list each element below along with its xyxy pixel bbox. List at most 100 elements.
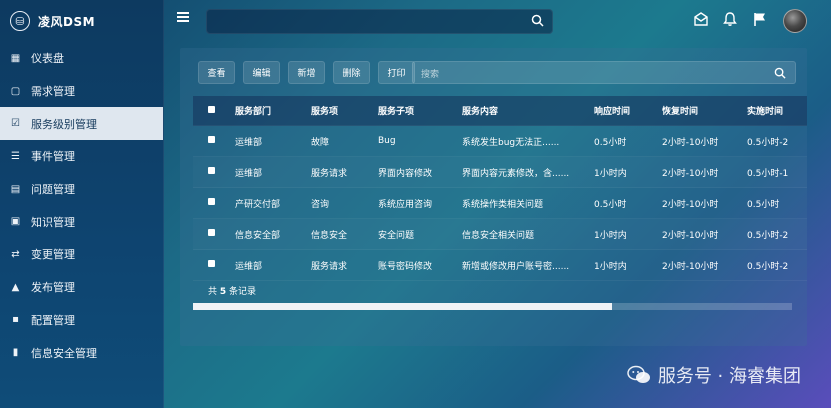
table-cell: 2小时-10小时 <box>662 168 719 179</box>
check-square-icon: ☑ <box>11 118 20 130</box>
table-cell: 1小时内 <box>594 230 627 241</box>
column-header[interactable]: 服务项 <box>311 104 378 117</box>
service-level-table: 服务部门 服务项 服务子项 服务内容 响应时间 恢复时间 实施时间 运维部 故障 B… <box>193 96 807 281</box>
record-count-prefix: 共 <box>208 287 220 297</box>
global-search <box>206 9 553 34</box>
row-checkbox[interactable] <box>208 229 215 236</box>
column-header[interactable]: 服务部门 <box>235 104 311 117</box>
table-cell: 0.5小时-2 <box>747 137 789 148</box>
table-cell: 信息安全相关问题 <box>462 230 535 241</box>
table-row[interactable]: 运维部 故障 Bug 系统发生bug无法正...... 0.5小时 2小时-10小时 0.5… <box>193 126 807 157</box>
table-cell: 1小时内 <box>594 261 627 272</box>
sidebar-item[interactable]: ▤ 问题管理 <box>0 173 163 206</box>
dashboard-icon: ▦ <box>10 52 21 64</box>
record-count-suffix: 条记录 <box>226 287 257 297</box>
table-cell: 界面内容元素修改，含...... <box>462 168 570 179</box>
view-button[interactable]: 查看 <box>198 61 235 84</box>
file-icon: ▪ <box>12 314 19 326</box>
app-title: 凌风DSM <box>38 14 96 29</box>
table-cell: 系统操作类相关问题 <box>462 199 544 210</box>
table-cell: 信息安全部 <box>235 230 281 241</box>
table-cell: 2小时-10小时 <box>662 230 719 241</box>
menu-toggle-icon[interactable] <box>177 12 189 22</box>
sidebar: ⛁ 凌风DSM ▦ 仪表盘 ▢ 需求管理 ☑ 服务级别管理 ☰ 事件管理 ▤ 问题管理 ▣ 知识管理 ⇄… <box>0 0 164 408</box>
sidebar-item-label: 变更管理 <box>31 248 75 262</box>
table-cell: 0.5小时 <box>747 199 780 210</box>
table-cell: 服务请求 <box>311 261 348 272</box>
topbar <box>163 0 831 40</box>
user-avatar[interactable] <box>783 9 807 33</box>
sidebar-item[interactable]: ⇄ 变更管理 <box>0 238 163 271</box>
scrollbar-thumb[interactable] <box>193 303 613 310</box>
calendar-check-icon: ▣ <box>10 216 21 228</box>
horizontal-scrollbar[interactable] <box>193 303 792 310</box>
table-cell: 运维部 <box>235 168 263 179</box>
delete-button[interactable]: 删除 <box>333 61 370 84</box>
sidebar-item-label: 配置管理 <box>31 313 75 327</box>
main-panel: 查看 编辑 新增 删除 打印 服务部门 服务项 服务子项 服务内容 响应时间 恢… <box>180 48 807 346</box>
logo-icon: ⛁ <box>10 11 30 31</box>
sidebar-item[interactable]: ▪ 配置管理 <box>0 304 163 337</box>
edit-button[interactable]: 编辑 <box>243 61 280 84</box>
global-search-input[interactable] <box>207 11 552 34</box>
flag-icon[interactable] <box>752 11 768 27</box>
column-header[interactable]: 实施时间 <box>747 104 807 117</box>
add-button[interactable]: 新增 <box>288 61 325 84</box>
column-header[interactable]: 恢复时间 <box>662 104 747 117</box>
table-row[interactable]: 运维部 服务请求 账号密码修改 新增或修改用户账号密...... 1小时内 2小时-10小… <box>193 250 807 281</box>
sidebar-item-label: 仪表盘 <box>31 52 64 66</box>
sidebar-item-label: 事件管理 <box>31 150 75 164</box>
sidebar-item[interactable]: ▣ 知识管理 <box>0 205 163 238</box>
logo[interactable]: ⛁ 凌风DSM <box>10 10 95 32</box>
sidebar-item[interactable]: ☑ 服务级别管理 <box>0 107 163 141</box>
table-cell: 运维部 <box>235 261 263 272</box>
sidebar-item-label: 需求管理 <box>31 85 75 99</box>
sidebar-item-label: 问题管理 <box>31 183 75 197</box>
column-header[interactable]: 响应时间 <box>594 104 662 117</box>
mail-icon[interactable] <box>693 11 709 27</box>
search-icon[interactable] <box>531 14 544 27</box>
table-search-input[interactable] <box>413 63 795 85</box>
search-icon[interactable] <box>774 67 786 79</box>
toolbar: 查看 编辑 新增 删除 打印 <box>198 61 415 84</box>
table-cell: 0.5小时-1 <box>747 168 789 179</box>
lock-icon: ▲ <box>11 281 20 293</box>
book-icon: ▮ <box>12 347 19 359</box>
table-cell: 服务请求 <box>311 168 348 179</box>
row-checkbox[interactable] <box>208 167 215 174</box>
table-cell: 0.5小时 <box>594 137 627 148</box>
table-cell: 信息安全 <box>311 230 348 241</box>
select-all-checkbox[interactable] <box>208 105 215 113</box>
table-row[interactable]: 产研交付部 咨询 系统应用咨询 系统操作类相关问题 0.5小时 2小时-10小时 0.5小时 <box>193 188 807 219</box>
table-cell: 运维部 <box>235 137 263 148</box>
table-cell: 界面内容修改 <box>378 168 433 179</box>
table-cell: 账号密码修改 <box>378 261 433 272</box>
table-row[interactable]: 信息安全部 信息安全 安全问题 信息安全相关问题 1小时内 2小时-10小时 0.5小时-2 <box>193 219 807 250</box>
sidebar-item[interactable]: ▲ 发布管理 <box>0 271 163 304</box>
row-checkbox[interactable] <box>208 260 215 267</box>
row-checkbox[interactable] <box>208 136 215 143</box>
record-count: 共 5 条记录 <box>208 284 256 297</box>
sidebar-item[interactable]: ▦ 仪表盘 <box>0 42 163 75</box>
column-header[interactable]: 服务内容 <box>462 104 594 117</box>
sidebar-item[interactable]: ☰ 事件管理 <box>0 140 163 173</box>
column-header[interactable]: 服务子项 <box>378 104 462 117</box>
sidebar-item-label: 知识管理 <box>31 215 75 229</box>
print-button[interactable]: 打印 <box>378 61 415 84</box>
row-checkbox[interactable] <box>208 198 215 205</box>
table-cell: 系统应用咨询 <box>378 199 433 210</box>
sidebar-item-label: 信息安全管理 <box>31 346 97 360</box>
list-icon: ☰ <box>11 150 20 162</box>
table-cell: 1小时内 <box>594 168 627 179</box>
table-cell: 咨询 <box>311 199 330 210</box>
table-cell: 0.5小时 <box>594 199 627 210</box>
exchange-icon: ⇄ <box>11 248 20 260</box>
sidebar-item[interactable]: ▮ 信息安全管理 <box>0 336 163 369</box>
sidebar-item[interactable]: ▢ 需求管理 <box>0 75 163 108</box>
watermark-text: 服务号 · 海睿集团 <box>657 366 801 387</box>
table-cell: Bug <box>378 136 396 146</box>
table-row[interactable]: 运维部 服务请求 界面内容修改 界面内容元素修改，含...... 1小时内 2小时-10小… <box>193 157 807 188</box>
table-cell: 故障 <box>311 137 330 148</box>
bell-icon[interactable] <box>722 11 738 27</box>
table-cell: 系统发生bug无法正...... <box>462 137 560 148</box>
